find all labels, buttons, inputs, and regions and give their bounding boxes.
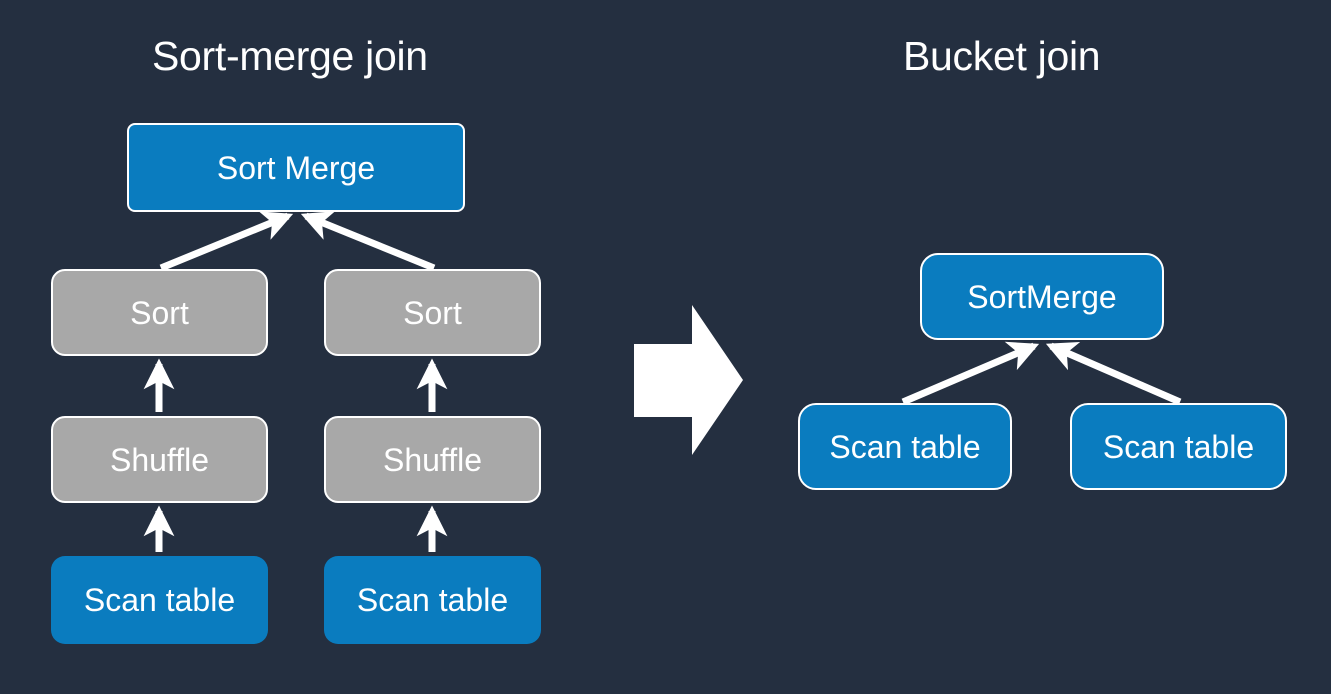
edge-scanright-to-sortmerge-bucket bbox=[1045, 341, 1182, 406]
edge-scanleft-to-sortmerge-bucket bbox=[901, 341, 1040, 406]
left-diagram-title: Sort-merge join bbox=[152, 33, 428, 79]
node-scan-table-bottom-right[interactable]: Scan table bbox=[324, 556, 541, 644]
right-diagram-title: Bucket join bbox=[903, 33, 1101, 79]
right-arrow-icon bbox=[634, 305, 743, 455]
edge-sortleft-to-sortmerge bbox=[159, 211, 294, 272]
edge-sortright-to-sortmerge bbox=[300, 211, 436, 272]
node-scan-table-bucket-right[interactable]: Scan table bbox=[1070, 403, 1287, 490]
node-shuffle-left[interactable]: Shuffle bbox=[51, 416, 268, 503]
node-scan-table-bottom-left[interactable]: Scan table bbox=[51, 556, 268, 644]
node-sort-merge[interactable]: Sort Merge bbox=[127, 123, 465, 212]
node-sortmerge-bucket[interactable]: SortMerge bbox=[920, 253, 1164, 340]
diagram-canvas: Sort-merge join Bucket join Sort Merge S… bbox=[0, 0, 1331, 694]
node-shuffle-right[interactable]: Shuffle bbox=[324, 416, 541, 503]
node-sort-right[interactable]: Sort bbox=[324, 269, 541, 356]
node-scan-table-bucket-left[interactable]: Scan table bbox=[798, 403, 1012, 490]
node-sort-left[interactable]: Sort bbox=[51, 269, 268, 356]
